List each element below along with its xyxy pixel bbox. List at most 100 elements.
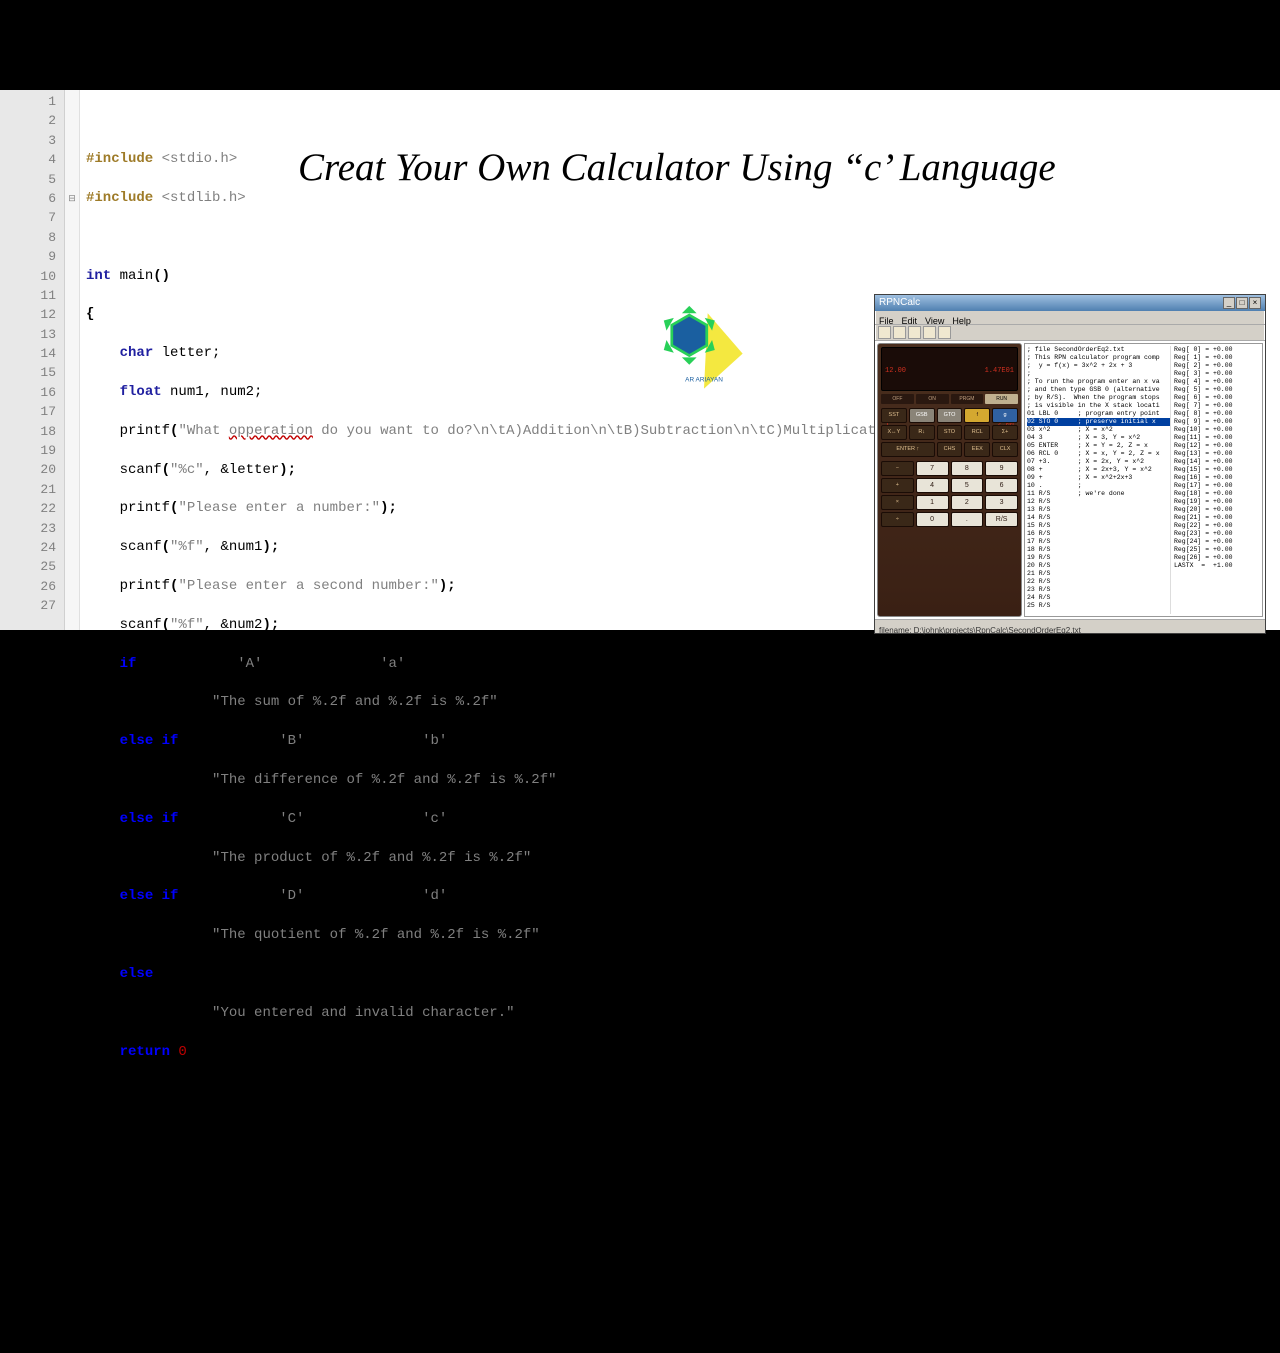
listing-line[interactable]: 17 R/S: [1027, 538, 1170, 546]
key-f-shift[interactable]: f: [964, 408, 990, 423]
listing-line[interactable]: ; and then type GSB 0 (alternative: [1027, 386, 1170, 394]
listing-line[interactable]: 08 + ; X = 2x+3, Y = x^2: [1027, 466, 1170, 474]
maximize-icon[interactable]: □: [1236, 297, 1248, 309]
menu-file[interactable]: File: [879, 312, 894, 323]
listing-line[interactable]: ; is visible in the X stack locati: [1027, 402, 1170, 410]
listing-line[interactable]: 05 ENTER ; X = Y = 2, Z = x: [1027, 442, 1170, 450]
listing-line[interactable]: 22 R/S: [1027, 578, 1170, 586]
key-clx[interactable]: CLX: [992, 442, 1018, 457]
key-3[interactable]: 3: [985, 495, 1018, 510]
key-6[interactable]: 6: [985, 478, 1018, 493]
key-div[interactable]: ÷: [881, 512, 914, 527]
listing-line[interactable]: 04 3 ; X = 3, Y = x^2: [1027, 434, 1170, 442]
menu-edit[interactable]: Edit: [902, 312, 918, 323]
rpncalc-titlebar[interactable]: RPNCalc _ □ ×: [875, 295, 1265, 311]
key-dot[interactable]: .: [951, 512, 984, 527]
key-enter[interactable]: ENTER ↑: [881, 442, 935, 457]
mode-run[interactable]: RUN: [985, 394, 1018, 404]
listing-line[interactable]: 09 + ; X = x^2+2x+3: [1027, 474, 1170, 482]
register-line: Reg[ 5] = +0.00: [1174, 386, 1260, 394]
mode-prgm[interactable]: PRGM: [951, 394, 984, 404]
line-number: 22: [0, 499, 64, 518]
toolbar-print-icon[interactable]: [923, 326, 936, 339]
listing-line[interactable]: 21 R/S: [1027, 570, 1170, 578]
listing-line[interactable]: 15 R/S: [1027, 522, 1170, 530]
key-g-shift[interactable]: g: [992, 408, 1018, 423]
register-line: Reg[ 1] = +0.00: [1174, 354, 1260, 362]
listing-line[interactable]: 16 R/S: [1027, 530, 1170, 538]
toolbar-new-icon[interactable]: [878, 326, 891, 339]
listing-line[interactable]: 19 R/S: [1027, 554, 1170, 562]
listing-line[interactable]: 23 R/S: [1027, 586, 1170, 594]
key-7[interactable]: 7: [916, 461, 949, 476]
key-rcl[interactable]: RCL: [964, 425, 990, 440]
register-line: Reg[ 4] = +0.00: [1174, 378, 1260, 386]
fold-toggle-icon[interactable]: ⊟: [65, 189, 79, 208]
register-line: Reg[16] = +0.00: [1174, 474, 1260, 482]
key-gto[interactable]: GTO: [937, 408, 963, 423]
key-8[interactable]: 8: [951, 461, 984, 476]
register-line: Reg[ 9] = +0.00: [1174, 418, 1260, 426]
line-number: 7: [0, 208, 64, 227]
line-number: 26: [0, 577, 64, 596]
listing-line[interactable]: 24 R/S: [1027, 594, 1170, 602]
mode-off[interactable]: OFF: [881, 394, 914, 404]
listing-line[interactable]: 03 x^2 ; X = x^2: [1027, 426, 1170, 434]
key-sto[interactable]: STO: [937, 425, 963, 440]
listing-line[interactable]: 11 R/S ; we're done: [1027, 490, 1170, 498]
listing-line[interactable]: 25 R/S: [1027, 602, 1170, 610]
key-rs[interactable]: R/S: [985, 512, 1018, 527]
line-number: 16: [0, 383, 64, 402]
minimize-icon[interactable]: _: [1223, 297, 1235, 309]
register-line: Reg[ 8] = +0.00: [1174, 410, 1260, 418]
key-eex[interactable]: EEX: [964, 442, 990, 457]
close-icon[interactable]: ×: [1249, 297, 1261, 309]
menu-help[interactable]: Help: [952, 312, 971, 323]
key-2[interactable]: 2: [951, 495, 984, 510]
listing-line[interactable]: 13 R/S: [1027, 506, 1170, 514]
toolbar-help-icon[interactable]: [938, 326, 951, 339]
listing-line[interactable]: 06 RCL 0 ; X = x, Y = 2, Z = x: [1027, 450, 1170, 458]
register-line: Reg[20] = +0.00: [1174, 506, 1260, 514]
menu-view[interactable]: View: [925, 312, 944, 323]
line-number: 4: [0, 150, 64, 169]
listing-line[interactable]: 07 +3. ; X = 2x, Y = x^2: [1027, 458, 1170, 466]
key-1[interactable]: 1: [916, 495, 949, 510]
key-sigma[interactable]: Σ+: [992, 425, 1018, 440]
listing-line[interactable]: ; This RPN calculator program comp: [1027, 354, 1170, 362]
listing-line[interactable]: 10 . ;: [1027, 482, 1170, 490]
key-chs[interactable]: CHS: [937, 442, 963, 457]
key-plus[interactable]: +: [881, 478, 914, 493]
key-0[interactable]: 0: [916, 512, 949, 527]
key-mult[interactable]: ×: [881, 495, 914, 510]
code-editor[interactable]: #include <stdio.h> #include <stdlib.h> i…: [80, 90, 1280, 630]
listing-line[interactable]: ; To run the program enter an x va: [1027, 378, 1170, 386]
listing-line[interactable]: 02 STO 0 ; preserve initial x: [1027, 418, 1170, 426]
key-gsb[interactable]: GSB: [909, 408, 935, 423]
line-number: 24: [0, 538, 64, 557]
toolbar-open-icon[interactable]: [893, 326, 906, 339]
key-rdown[interactable]: R↓: [909, 425, 935, 440]
listing-line[interactable]: ; y = f(x) = 3x^2 + 2x + 3: [1027, 362, 1170, 370]
register-line: Reg[ 3] = +0.00: [1174, 370, 1260, 378]
line-number: 12: [0, 305, 64, 324]
key-5[interactable]: 5: [951, 478, 984, 493]
mode-on[interactable]: ON: [916, 394, 949, 404]
listing-line[interactable]: 20 R/S: [1027, 562, 1170, 570]
key-sst[interactable]: SST: [881, 408, 907, 423]
listing-line[interactable]: ;: [1027, 370, 1170, 378]
listing-line[interactable]: ; by R/S). When the program stops: [1027, 394, 1170, 402]
line-number: 1: [0, 92, 64, 111]
key-minus[interactable]: −: [881, 461, 914, 476]
listing-line[interactable]: 01 LBL 0 ; program entry point: [1027, 410, 1170, 418]
listing-line[interactable]: 14 R/S: [1027, 514, 1170, 522]
key-9[interactable]: 9: [985, 461, 1018, 476]
key-4[interactable]: 4: [916, 478, 949, 493]
register-line: Reg[26] = +0.00: [1174, 554, 1260, 562]
program-listing[interactable]: ; file SecondOrderEq2.txt; This RPN calc…: [1024, 343, 1263, 617]
toolbar-save-icon[interactable]: [908, 326, 921, 339]
key-xy[interactable]: X↔Y: [881, 425, 907, 440]
listing-line[interactable]: 12 R/S: [1027, 498, 1170, 506]
line-number-gutter: 1 2 3 4 5 6 7 8 9 10 11 12 13 14 15 16 1…: [0, 90, 65, 630]
listing-line[interactable]: 18 R/S: [1027, 546, 1170, 554]
